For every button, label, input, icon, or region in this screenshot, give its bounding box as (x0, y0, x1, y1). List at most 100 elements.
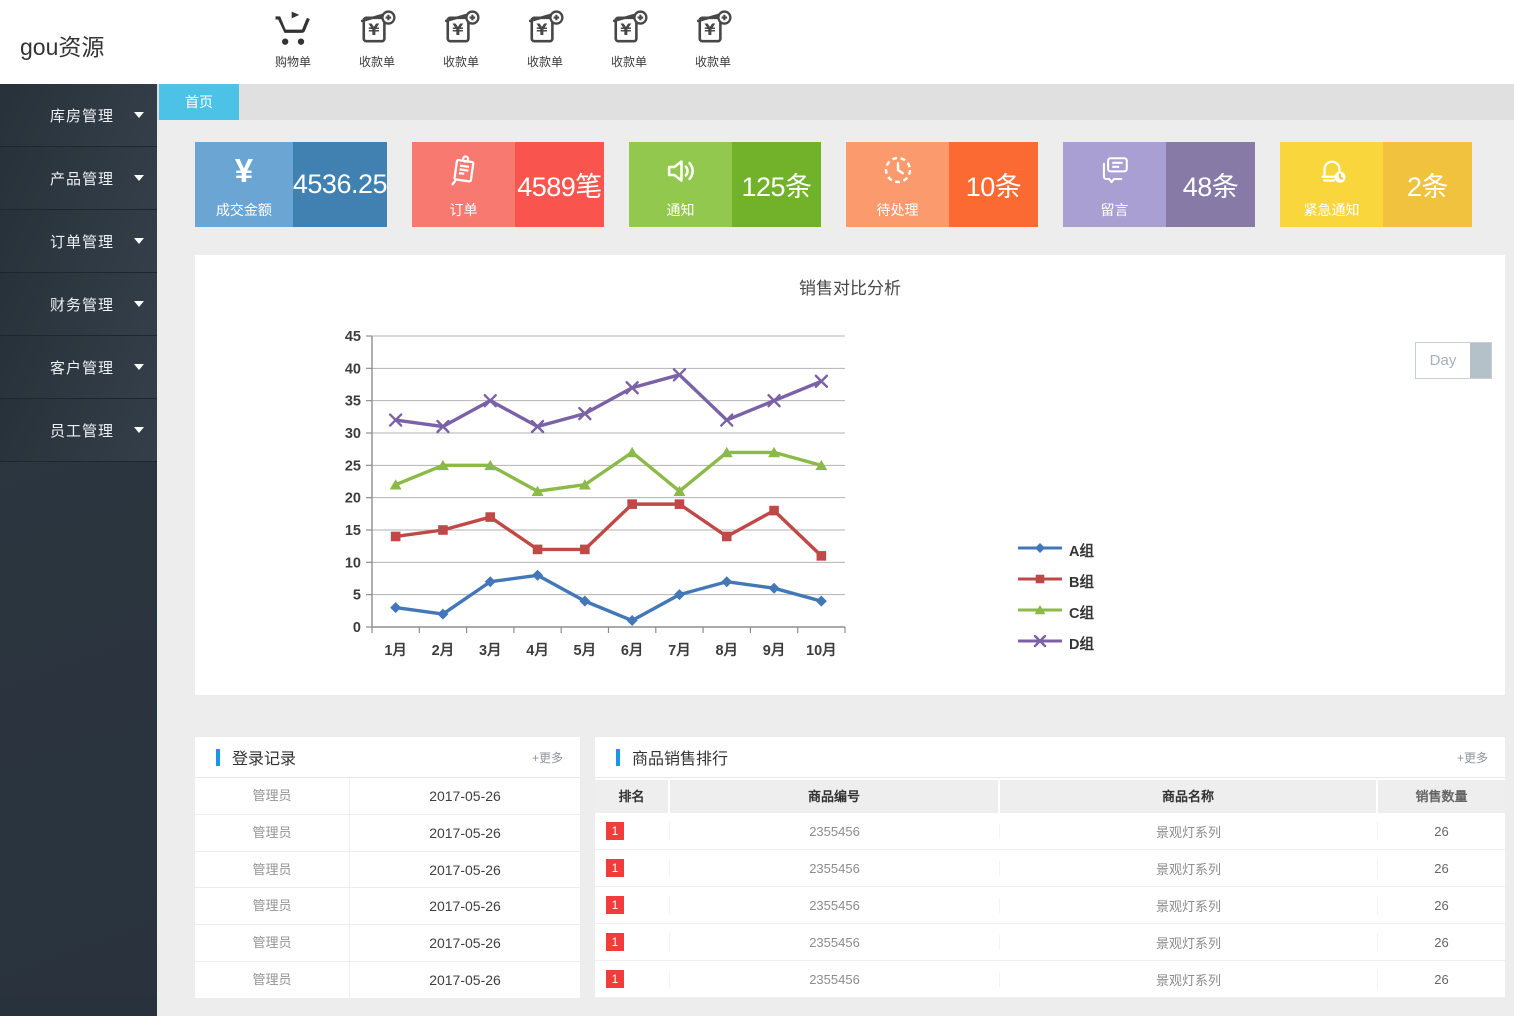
yen-icon: ¥ (195, 152, 293, 192)
day-filter-dropdown-handle (1470, 343, 1491, 378)
product-name-cell: 景观灯系列 (1000, 969, 1378, 989)
svg-text:9月: 9月 (763, 642, 786, 659)
chart-legend: A组 B组 C组 D组 (1017, 535, 1094, 659)
tab-bar: 首页 (157, 84, 1514, 120)
legend-label: B组 (1069, 575, 1094, 591)
stat-cards-row: ¥ 成交金额 4536.25 订单 4589笔 通知 125条 待处理 10条 留言 48条 紧急通知… (195, 142, 1472, 227)
legend-item-B组: B组 (1017, 566, 1094, 597)
stat-card-3[interactable]: 通知 125条 (629, 142, 821, 227)
login-panel-header: 登录记录 +更多 (195, 737, 580, 778)
header-action-receipt[interactable]: ¥ 收款单 (689, 8, 737, 70)
sales-table-row: 1 2355456 景观灯系列 26 (595, 813, 1505, 850)
sidebar-item-3[interactable]: 订单管理 (0, 210, 157, 273)
stat-card-value: 48条 (1166, 142, 1255, 227)
chevron-down-icon (134, 364, 144, 370)
header-action-receipt[interactable]: ¥ 收款单 (521, 8, 569, 70)
sidebar-item-2[interactable]: 产品管理 (0, 147, 157, 210)
stat-card-label: 留言 (1100, 202, 1129, 218)
stat-card-5[interactable]: 留言 48条 (1063, 142, 1255, 227)
sales-qty-cell: 26 (1434, 897, 1449, 913)
alarm-icon (1280, 152, 1383, 192)
sidebar-item-label: 库房管理 (50, 107, 115, 125)
svg-text:1月: 1月 (384, 642, 407, 659)
login-date: 2017-05-26 (429, 971, 501, 988)
stat-card-label: 成交金额 (215, 202, 272, 218)
header-action-receipt[interactable]: ¥ 收款单 (353, 8, 401, 70)
sidebar-item-4[interactable]: 财务管理 (0, 273, 157, 336)
stat-card-left: ¥ 成交金额 (195, 142, 293, 227)
header-action-label: 收款单 (442, 55, 479, 69)
stat-card-4[interactable]: 待处理 10条 (846, 142, 1038, 227)
sidebar-item-label: 客户管理 (50, 359, 115, 377)
stat-card-value: 2条 (1383, 142, 1472, 227)
sales-chart-panel: 销售对比分析 0 5 10 15 20 25 30 35 40 45 1月 2月 3月 4月 5月 6月 7月 8… (195, 255, 1505, 695)
login-date: 2017-05-26 (429, 898, 501, 915)
product-name-cell: 景观灯系列 (1000, 932, 1378, 952)
legend-item-C组: C组 (1017, 597, 1094, 628)
rank-badge: 1 (606, 933, 624, 951)
legend-marker-icon (1017, 540, 1063, 561)
sales-table-row: 1 2355456 景观灯系列 26 (595, 887, 1505, 924)
header-action-label: 收款单 (610, 55, 647, 69)
tab-home[interactable]: 首页 (159, 84, 239, 120)
sidebar-item-6[interactable]: 员工管理 (0, 399, 157, 462)
chart-title: 销售对比分析 (799, 279, 901, 298)
header-action-receipt[interactable]: ¥ 收款单 (605, 8, 653, 70)
sidebar-item-label: 员工管理 (50, 422, 115, 440)
login-more-link[interactable]: +更多 (532, 749, 563, 766)
rank-cell: 1 (595, 933, 670, 951)
svg-text:10月: 10月 (806, 642, 837, 659)
sidebar-item-5[interactable]: 客户管理 (0, 336, 157, 399)
header-action-label: 购物单 (274, 55, 311, 69)
chevron-down-icon (134, 112, 144, 118)
sales-more-link[interactable]: +更多 (1457, 749, 1488, 766)
login-user: 管理员 (195, 925, 350, 961)
sales-qty-cell: 26 (1434, 823, 1449, 839)
stat-card-label: 待处理 (876, 202, 919, 218)
stat-card-2[interactable]: 订单 4589笔 (412, 142, 604, 227)
product-name-cell: 景观灯系列 (1000, 821, 1378, 841)
sidebar-item-1[interactable]: 库房管理 (0, 84, 157, 147)
product-code-cell: 2355456 (670, 897, 1000, 913)
legend-item-D组: D组 (1017, 628, 1094, 659)
stat-card-value: 10条 (949, 142, 1038, 227)
stat-card-left: 待处理 (846, 142, 949, 227)
rank-badge: 1 (606, 896, 624, 914)
svg-text:5: 5 (353, 588, 361, 604)
rank-cell: 1 (595, 896, 670, 914)
svg-text:35: 35 (345, 394, 361, 410)
sales-panel-header: 商品销售排行 +更多 (595, 737, 1505, 778)
clock-icon (846, 152, 949, 192)
stat-card-1[interactable]: ¥ 成交金额 4536.25 (195, 142, 388, 227)
svg-text:0: 0 (353, 620, 361, 636)
svg-text:15: 15 (345, 523, 361, 539)
login-records-panel: 登录记录 +更多 管理员 2017-05-26 管理员 2017-05-26 管理员 20… (195, 737, 580, 999)
product-code-cell: 2355456 (670, 823, 1000, 839)
legend-label: C组 (1069, 606, 1094, 622)
svg-text:2月: 2月 (432, 642, 455, 659)
svg-text:20: 20 (345, 491, 361, 507)
sales-ranking-panel: 商品销售排行 +更多 排名 商品编号 商品名称 销售数量 1 2355456 景观灯系列 2… (595, 737, 1505, 998)
sales-qty-cell: 26 (1434, 934, 1449, 950)
login-date: 2017-05-26 (429, 935, 501, 952)
svg-text:¥: ¥ (368, 20, 380, 39)
legend-marker-icon (1017, 571, 1063, 592)
stat-card-left: 留言 (1063, 142, 1166, 227)
header-action-receipt[interactable]: ¥ 收款单 (437, 8, 485, 70)
chevron-down-icon (134, 238, 144, 244)
day-filter-button[interactable]: Day (1415, 342, 1492, 379)
cart-icon (269, 8, 317, 52)
svg-text:30: 30 (345, 426, 361, 442)
stat-card-6[interactable]: 紧急通知 2条 (1280, 142, 1472, 227)
svg-text:¥: ¥ (536, 20, 548, 39)
speaker-icon (629, 152, 732, 192)
header-action-cart[interactable]: 购物单 (269, 8, 317, 70)
chevron-down-icon (134, 427, 144, 433)
chat-icon (1063, 152, 1166, 192)
svg-text:5月: 5月 (574, 642, 597, 659)
svg-text:7月: 7月 (668, 642, 691, 659)
sales-ranking-table: 排名 商品编号 商品名称 销售数量 1 2355456 景观灯系列 26 1 2355456 景观… (595, 780, 1505, 998)
login-date: 2017-05-26 (429, 824, 501, 841)
legend-item-A组: A组 (1017, 535, 1094, 566)
login-record-row: 管理员 2017-05-26 (195, 925, 580, 962)
